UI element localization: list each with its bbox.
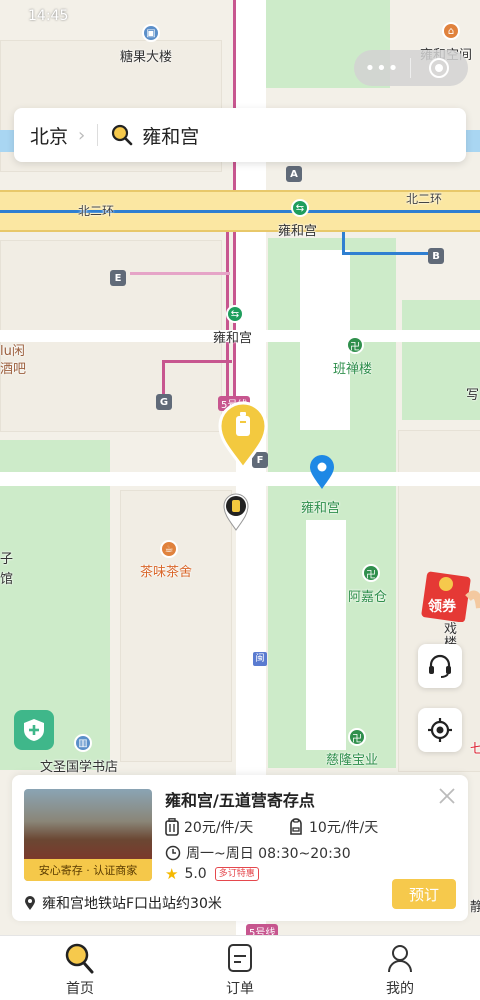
storage-point-title: 雍和宫/五道营寄存点 — [165, 791, 315, 810]
target-close-icon — [429, 58, 449, 78]
line5-badge: 5号线 — [246, 924, 279, 935]
close-miniprogram-button[interactable] — [411, 57, 467, 79]
search-input[interactable]: 雍和宫 — [142, 122, 199, 149]
road-label-beierhuan: 北二环 — [78, 204, 115, 218]
teahouse-icon: ☕ — [160, 540, 178, 558]
exit-g-tag: G — [156, 394, 172, 410]
shop-icon: ⌂ — [442, 22, 460, 40]
search-bar[interactable]: 北京 › 雍和宫 — [14, 108, 466, 162]
book-button[interactable]: 预订 — [392, 879, 456, 909]
more-menu-button[interactable]: ••• — [354, 58, 410, 79]
star-icon: ★ — [165, 865, 179, 883]
second-ring-road-edge — [0, 230, 480, 232]
gate-icon: 闽 — [253, 652, 267, 666]
station-label-yonghegong: 雍和宫 — [278, 224, 318, 239]
backpack-icon — [290, 818, 302, 835]
poi-label-banchanlou: 班禅楼 — [333, 362, 373, 377]
address-row: 雍和宫地铁站F口出站约30米 — [24, 893, 222, 913]
locate-me-button[interactable] — [418, 708, 462, 752]
close-card-button[interactable] — [438, 787, 456, 809]
address-text: 雍和宫地铁站F口出站约30米 — [42, 896, 222, 912]
insurance-shield-button[interactable] — [14, 710, 54, 750]
exit-a-tag: A — [286, 166, 302, 182]
poi-label-partial: 子 — [0, 552, 14, 567]
coupon-button[interactable]: 领券 — [420, 568, 480, 623]
rating-row: ★ 5.0 多订特惠 — [165, 865, 259, 883]
subway-line-5 — [162, 360, 165, 396]
tab-mine[interactable]: 我的 — [320, 936, 480, 1000]
user-icon — [388, 945, 412, 973]
station-label-yonghegong: 雍和宫 — [213, 331, 253, 346]
subway-line-2 — [0, 210, 480, 213]
certified-merchant-badge: 安心寄存 · 认证商家 — [24, 859, 152, 881]
city-block — [120, 490, 232, 762]
order-icon — [228, 944, 252, 972]
storage-point-card[interactable]: 安心寄存 · 认证商家 雍和宫/五道营寄存点 20元/件/天 10元/件/天 周… — [12, 775, 468, 921]
poi-label-chawei: 茶味茶舍 — [140, 565, 193, 580]
tab-home[interactable]: 首页 — [0, 936, 160, 1000]
subway-station-icon[interactable]: ⇆ — [226, 305, 244, 323]
price-large: 20元/件/天 — [184, 820, 254, 836]
road-label-beierhuan: 北二环 — [406, 192, 443, 206]
poi-label-tanguo: 糖果大楼 — [120, 50, 173, 65]
temple-icon: 卍 — [348, 728, 366, 746]
opening-hours: 周一~周日 08:30~20:30 — [186, 846, 351, 862]
tab-label: 我的 — [386, 981, 414, 997]
customer-service-button[interactable] — [418, 644, 462, 688]
poi-label-lu-bar: 酒吧 — [0, 362, 27, 377]
poi-label-partial: 静 — [470, 900, 480, 915]
status-time: 14:45 — [28, 8, 69, 24]
city-selector[interactable]: 北京 — [30, 122, 68, 149]
clock-icon — [165, 845, 181, 861]
poi-label-ajiacang: 阿嘉仓 — [348, 590, 388, 605]
poi-label-lu-bar: lu闲 — [0, 344, 25, 359]
price-small-row: 10元/件/天 — [288, 817, 378, 837]
hours-row: 周一~周日 08:30~20:30 — [165, 843, 351, 863]
close-icon — [439, 788, 455, 804]
coupon-label: 领券 — [428, 599, 456, 615]
poi-label-wensheng: 文圣国学书店 — [40, 760, 119, 775]
exit-e-tag: E — [110, 270, 126, 286]
tab-label: 首页 — [66, 981, 94, 997]
shield-plus-icon — [24, 719, 44, 741]
crosshair-icon — [428, 718, 452, 742]
miniprogram-capsule: ••• — [354, 50, 468, 86]
poi-label-partial: 写 — [466, 388, 480, 403]
poi-label-yonghegong: 雍和宫 — [301, 501, 341, 516]
tab-orders[interactable]: 订单 — [160, 936, 320, 1000]
hutong-road — [0, 472, 480, 486]
headset-icon — [429, 654, 451, 678]
chevron-right-icon: › — [78, 124, 86, 146]
subway-line-2 — [342, 232, 345, 252]
bookstore-icon: ▥ — [74, 734, 92, 752]
price-small: 10元/件/天 — [309, 820, 379, 836]
tab-label: 订单 — [226, 981, 254, 997]
poi-label-partial: 馆 — [0, 572, 14, 587]
promo-tag: 多订特惠 — [214, 867, 259, 881]
map-pin-icon — [25, 896, 35, 910]
suitcase-icon — [165, 818, 179, 836]
storage-pin-selected[interactable] — [218, 400, 268, 470]
search-divider — [97, 124, 99, 146]
storage-pin[interactable] — [222, 492, 250, 532]
building-icon: ▣ — [142, 24, 160, 42]
price-large-row: 20元/件/天 — [165, 817, 253, 837]
exit-b-tag: B — [428, 248, 444, 264]
rating-value: 5.0 — [184, 866, 207, 882]
subway-line-2 — [342, 252, 432, 255]
subway-station-icon[interactable]: ⇆ — [291, 199, 309, 217]
subway-line-5 — [130, 272, 230, 275]
bottom-tab-bar: 首页 订单 我的 — [0, 935, 480, 1000]
location-pin-icon[interactable] — [309, 455, 335, 491]
search-icon — [65, 943, 94, 974]
poi-label-partial: 七 — [470, 742, 480, 757]
subway-line-5 — [162, 360, 232, 363]
poi-label-cilong: 慈隆宝业 — [326, 753, 379, 768]
search-icon — [112, 124, 133, 146]
temple-icon: 卍 — [346, 336, 364, 354]
park-path — [306, 520, 346, 750]
temple-icon: 卍 — [362, 564, 380, 582]
